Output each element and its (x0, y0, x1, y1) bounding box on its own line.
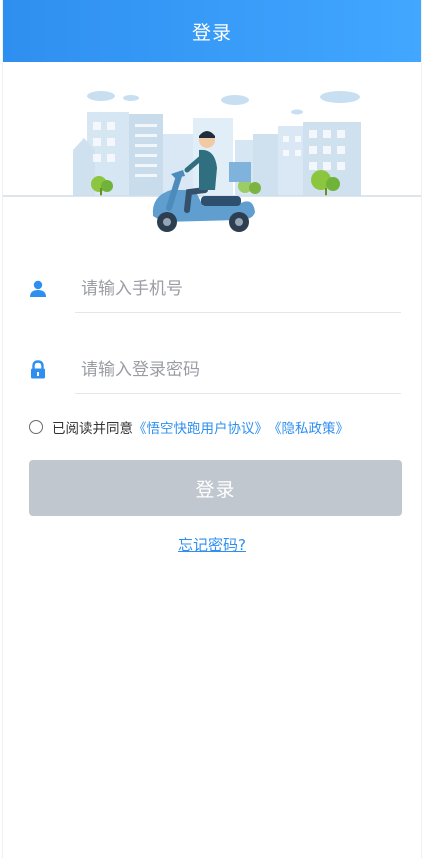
lock-icon (27, 359, 49, 381)
forgot-password-link[interactable]: 忘记密码? (3, 534, 421, 555)
header-bar: 登录 (3, 0, 421, 62)
password-field (27, 347, 401, 394)
privacy-policy-link[interactable]: 《隐私政策》 (268, 417, 349, 437)
user-icon (27, 278, 49, 300)
agreement-prefix: 已阅读并同意 (52, 421, 133, 437)
password-input-wrap (75, 347, 401, 394)
phone-input-wrap (75, 266, 401, 313)
user-agreement-link[interactable]: 《悟空快跑用户协议》 (133, 417, 268, 437)
password-input[interactable] (75, 359, 401, 380)
login-button[interactable]: 登录 (29, 460, 402, 516)
agreement-row: 已阅读并同意 《悟空快跑用户协议》 《隐私政策》 (29, 417, 349, 437)
phone-input[interactable] (75, 278, 401, 299)
clouds (87, 91, 360, 115)
phone-field (27, 266, 401, 313)
agreement-radio[interactable] (29, 420, 43, 434)
app-frame: 登录 请输入手机号 已阅读并同意 《悟空快跑用户协议》 《隐私政策》 登录 忘记… (2, 0, 422, 858)
page-title: 登录 (191, 21, 232, 44)
city-scooter-illustration (3, 91, 421, 232)
